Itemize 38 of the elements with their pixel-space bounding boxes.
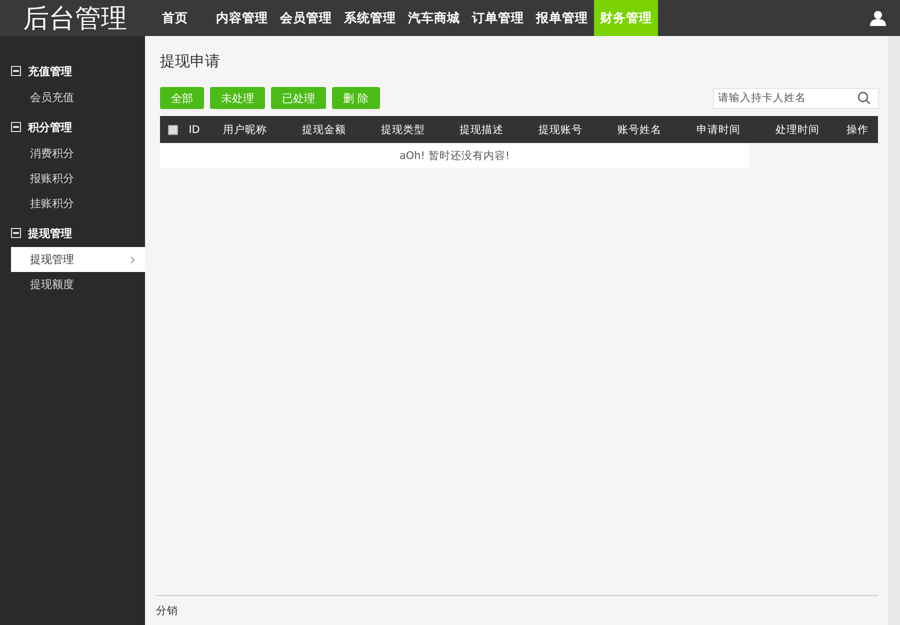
chevron-right-icon: [130, 256, 135, 264]
sidebar-item[interactable]: 会员充值: [11, 85, 145, 110]
sidebar-item[interactable]: 消费积分: [11, 141, 145, 166]
footer-text: 分销: [156, 604, 179, 618]
column-header: 提现描述: [442, 116, 522, 143]
column-header: 账号姓名: [600, 116, 679, 143]
app-logo: 后台管理: [22, 2, 128, 36]
empty-message: aOh! 暂时还没有内容!: [160, 143, 749, 168]
nav-tab[interactable]: 会员管理: [274, 0, 338, 36]
page-title: 提现申请: [160, 52, 221, 71]
column-header: 操作: [836, 116, 878, 143]
collapse-icon[interactable]: [11, 228, 21, 238]
menu-group-title[interactable]: 提现管理: [28, 226, 72, 240]
column-header: 提现账号: [521, 116, 600, 143]
column-header: 申请时间: [678, 116, 758, 143]
nav-tab[interactable]: 订单管理: [466, 0, 530, 36]
column-header: ID: [183, 116, 206, 143]
sidebar-item[interactable]: 挂账积分: [11, 191, 145, 216]
menu-group-title[interactable]: 充值管理: [28, 64, 72, 78]
select-all-checkbox[interactable]: [168, 124, 178, 135]
nav-tab[interactable]: 系统管理: [338, 0, 402, 36]
column-header: 用户昵称: [206, 116, 284, 143]
nav-tab[interactable]: 报单管理: [530, 0, 594, 36]
search-field[interactable]: 请输入持卡人姓名: [713, 88, 879, 108]
nav-tab[interactable]: 汽车商城: [402, 0, 466, 36]
nav-tab[interactable]: 内容管理: [210, 0, 274, 36]
column-header: 提现金额: [284, 116, 364, 143]
column-header: 处理时间: [758, 116, 837, 143]
column-header: 提现类型: [363, 116, 442, 143]
nav-tab[interactable]: 首页: [156, 0, 210, 36]
menu-group-title[interactable]: 积分管理: [28, 120, 72, 134]
user-icon[interactable]: [870, 10, 886, 26]
scrollbar-track[interactable]: [888, 36, 900, 625]
sidebar-item[interactable]: 提现管理: [11, 247, 145, 272]
sidebar-item[interactable]: 提现额度: [11, 272, 145, 297]
sidebar-item[interactable]: 报账积分: [11, 166, 145, 191]
collapse-icon[interactable]: [11, 66, 21, 76]
collapse-icon[interactable]: [11, 122, 21, 132]
